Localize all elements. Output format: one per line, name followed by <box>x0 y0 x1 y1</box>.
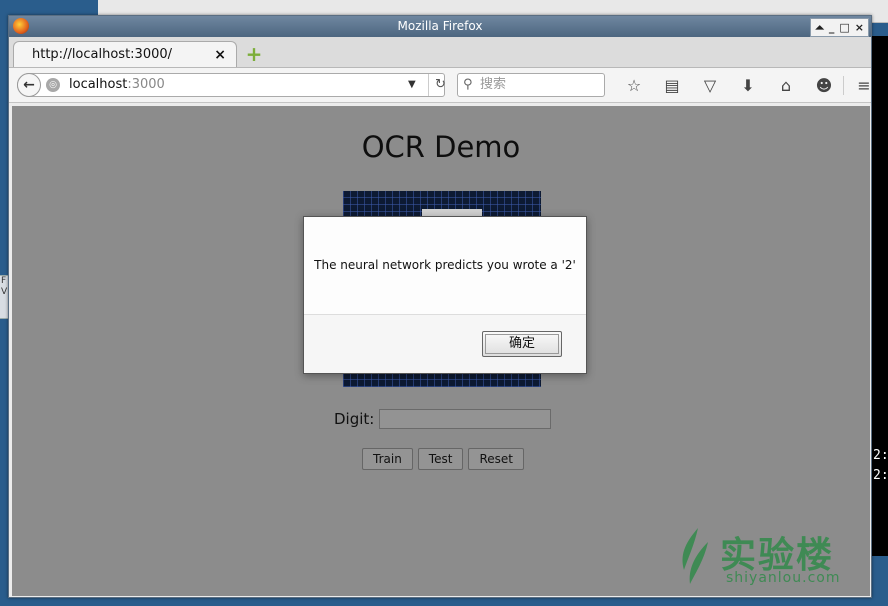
url-port: :3000 <box>127 77 165 92</box>
digit-input[interactable] <box>379 409 552 429</box>
back-arrow-icon: ← <box>23 77 35 93</box>
dialog-message: The neural network predicts you wrote a … <box>314 258 576 272</box>
menu-icon[interactable]: ≡ <box>843 75 884 95</box>
action-buttons: Train Test Reset <box>362 448 524 470</box>
reset-button[interactable]: Reset <box>468 448 524 470</box>
maximize-button[interactable]: □ <box>839 19 849 36</box>
url-dropdown-icon[interactable]: ▼ <box>408 74 416 96</box>
firefox-window: Mozilla Firefox ⏶ _ □ × http://localhost… <box>8 15 872 598</box>
search-input[interactable]: ⚲ 搜索 <box>457 73 605 97</box>
downloads-icon[interactable]: ⬇ <box>729 76 767 95</box>
close-window-button[interactable]: × <box>855 19 864 36</box>
chat-icon[interactable]: ☻ <box>805 76 843 95</box>
bookmark-star-icon[interactable]: ☆ <box>615 76 653 95</box>
nav-bar: ← ◎ localhost:3000 ▼ ↻ ⚲ 搜索 ☆ ▤ ▽ ⬇ ⌂ ☻ … <box>9 68 871 103</box>
site-identity-icon[interactable]: ◎ <box>46 78 60 92</box>
minimize-button[interactable]: _ <box>829 19 835 36</box>
dialog-ok-button[interactable]: 确定 <box>482 331 562 357</box>
search-icon: ⚲ <box>463 77 473 92</box>
new-tab-button[interactable]: + <box>245 44 263 64</box>
reading-list-icon[interactable]: ▤ <box>653 76 691 95</box>
alert-dialog: The neural network predicts you wrote a … <box>303 216 587 374</box>
url-text[interactable]: localhost:3000 <box>69 74 165 96</box>
page-viewport: OCR Demo Digit: Train Test Reset 实验楼 shi… <box>12 106 870 596</box>
shade-window-button[interactable]: ⏶ <box>815 19 824 36</box>
home-icon[interactable]: ⌂ <box>767 76 805 95</box>
page-title: OCR Demo <box>361 130 521 164</box>
firefox-logo-icon <box>13 18 29 34</box>
reload-icon[interactable]: ↻ <box>428 74 446 96</box>
window-title: Mozilla Firefox <box>397 19 483 33</box>
drawn-stroke <box>422 209 482 216</box>
back-button[interactable]: ← <box>17 73 41 97</box>
watermark-sub-text: shiyanlou.com <box>726 570 841 586</box>
dialog-body: The neural network predicts you wrote a … <box>304 217 586 315</box>
background-terminal: 2: 2: <box>872 36 888 556</box>
pocket-icon[interactable]: ▽ <box>691 76 729 95</box>
url-bar[interactable]: ← ◎ localhost:3000 ▼ ↻ <box>17 73 446 97</box>
tab-label: http://localhost:3000/ <box>32 47 173 62</box>
test-button[interactable]: Test <box>417 448 464 470</box>
tab-bar: http://localhost:3000/ × + <box>9 37 871 68</box>
url-host: localhost <box>69 77 128 92</box>
window-controls: ⏶ _ □ × <box>810 18 869 37</box>
search-placeholder: 搜索 <box>480 77 507 92</box>
toolbar-icons: ☆ ▤ ▽ ⬇ ⌂ ☻ ≡ <box>615 68 884 102</box>
digit-label: Digit: <box>334 410 375 428</box>
digit-row: Digit: <box>334 409 552 429</box>
leaf-logo-icon <box>682 528 708 584</box>
train-button[interactable]: Train <box>362 448 413 470</box>
shiyanlou-watermark: 实验楼 shiyanlou.com <box>668 522 858 594</box>
tab-localhost[interactable]: http://localhost:3000/ × <box>13 41 237 67</box>
title-bar: Mozilla Firefox ⏶ _ □ × <box>9 16 871 37</box>
tab-close-icon[interactable]: × <box>214 42 226 68</box>
